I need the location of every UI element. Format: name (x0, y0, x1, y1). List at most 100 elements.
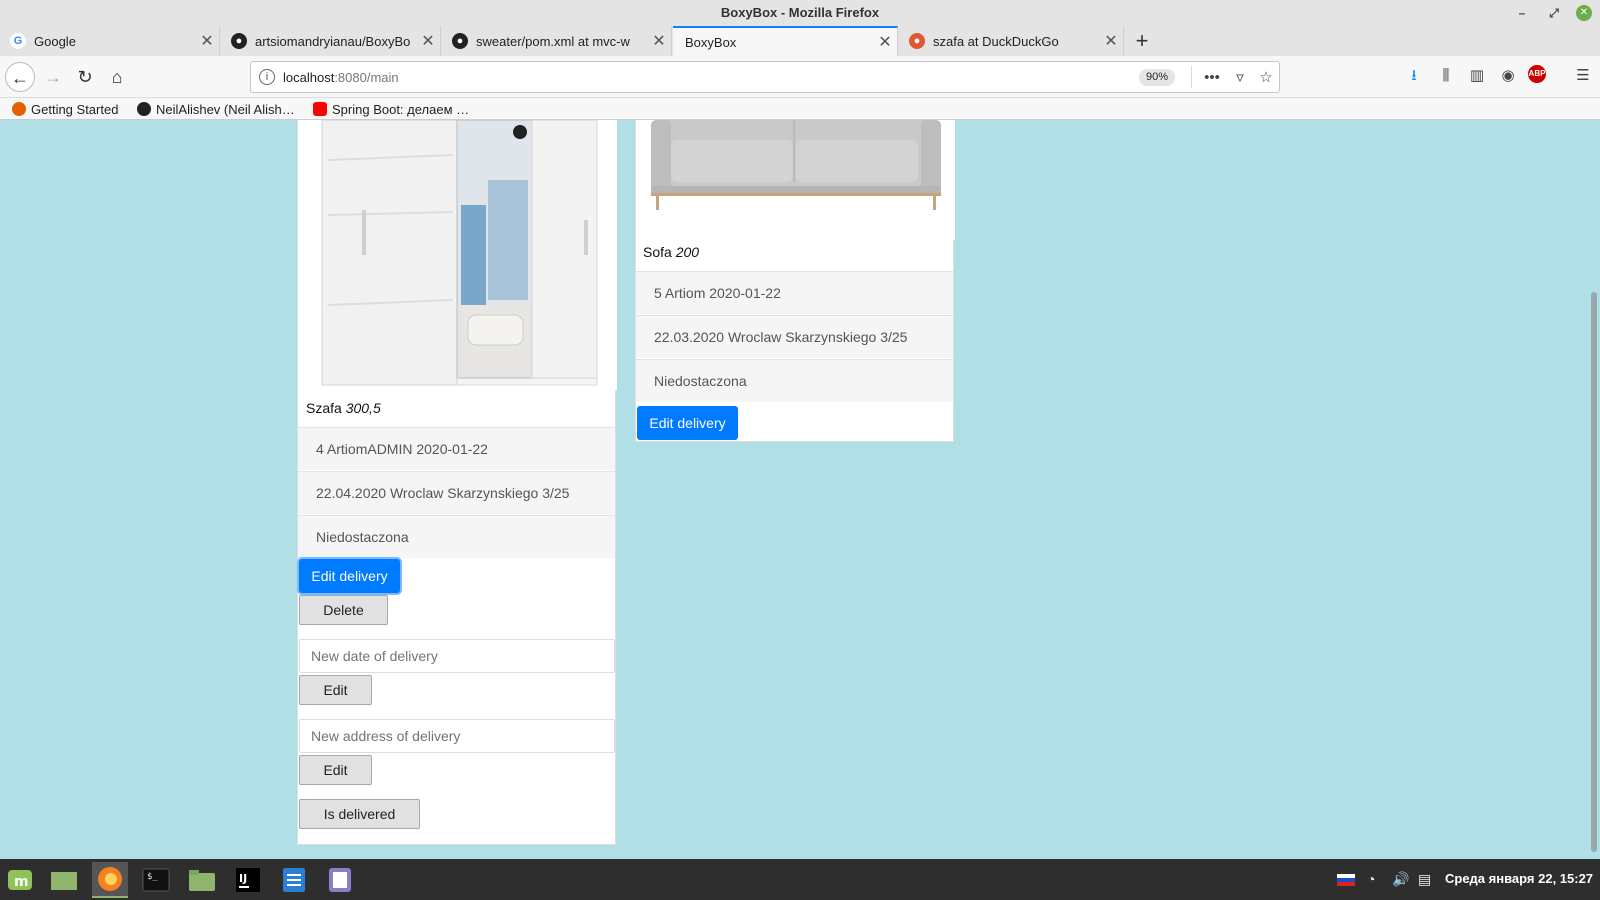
tab-close-icon[interactable]: ✕ (195, 31, 219, 51)
window-title: BoxyBox - Mozilla Firefox (720, 5, 880, 20)
page-scrollbar[interactable] (1588, 120, 1600, 859)
list-item: 5 Artiom 2020-01-22 (636, 271, 953, 314)
tab-close-icon[interactable]: ✕ (416, 31, 440, 51)
menu-icon[interactable]: ☰ (1572, 65, 1594, 87)
bookmark-neilalishev[interactable]: NeilAlishev (Neil Alish… (137, 100, 295, 118)
terminal-icon[interactable]: $_ (138, 862, 174, 898)
intellij-icon[interactable]: IJ (230, 862, 266, 898)
bookmark-getting-started[interactable]: Getting Started (12, 100, 118, 118)
url-host: localhost (283, 70, 335, 85)
close-window-icon[interactable]: ✕ (1576, 5, 1592, 21)
delivery-card-sofa: Sofa 200 5 Artiom 2020-01-22 22.03.2020 … (635, 120, 955, 442)
edit-delivery-button[interactable]: Edit delivery (637, 406, 738, 440)
new-tab-button[interactable]: + (1130, 26, 1154, 56)
url-bar[interactable]: i localhost:8080/main 90% ••• ▿ ☆ (250, 61, 1280, 93)
github-icon: ● (231, 33, 247, 49)
bookmark-label: Getting Started (31, 101, 119, 117)
edit-date-button[interactable]: Edit (299, 675, 372, 705)
product-price: 200 (675, 244, 700, 260)
youtube-icon (313, 102, 327, 116)
tab-github-boxybox[interactable]: ● artsiomandryianau/BoxyBo ✕ (221, 26, 441, 56)
url-separator (1191, 66, 1192, 88)
tab-title: sweater/pom.xml at mvc-w (476, 33, 630, 49)
sidebar-icon[interactable]: ▥ (1466, 65, 1488, 87)
scrollbar-thumb[interactable] (1591, 292, 1597, 852)
text-editor-icon[interactable] (322, 862, 358, 898)
tab-bar: G Google ✕ ● artsiomandryianau/BoxyBo ✕ … (0, 26, 1600, 56)
tab-boxybox[interactable]: BoxyBox ✕ (673, 26, 898, 56)
files-icon[interactable] (184, 862, 220, 898)
tab-title: szafa at DuckDuckGo (933, 33, 1059, 49)
bookmark-label: NeilAlishev (Neil Alish… (156, 101, 295, 117)
new-date-input[interactable] (299, 639, 615, 673)
svg-text:$_: $_ (147, 872, 158, 882)
tab-google[interactable]: G Google ✕ (0, 26, 220, 56)
delete-button[interactable]: Delete (299, 595, 388, 625)
navigation-toolbar: ← → ↻ ⌂ i localhost:8080/main 90% ••• ▿ … (0, 56, 1600, 98)
product-title: Szafa 300,5 (306, 400, 381, 416)
github-icon (137, 102, 151, 116)
library-icon[interactable]: ⫼ (1435, 65, 1457, 87)
list-item: 22.03.2020 Wroclaw Skarzynskiego 3/25 (636, 315, 953, 358)
account-icon[interactable]: ◉ (1497, 65, 1519, 87)
product-price: 300,5 (345, 400, 381, 416)
wardrobe-image (298, 120, 617, 390)
home-button[interactable]: ⌂ (102, 62, 132, 92)
tab-close-icon[interactable]: ✕ (1099, 31, 1123, 51)
taskbar-clock[interactable]: Среда января 22, 15:27 (1445, 871, 1593, 886)
tab-github-pom[interactable]: ● sweater/pom.xml at mvc-w ✕ (442, 26, 672, 56)
tab-duckduckgo[interactable]: ● szafa at DuckDuckGo ✕ (899, 26, 1124, 56)
firefox-icon[interactable] (92, 862, 128, 898)
google-icon: G (10, 33, 26, 49)
show-desktop-icon[interactable] (46, 862, 82, 898)
product-title: Sofa 200 (643, 244, 699, 260)
new-address-input[interactable] (299, 719, 615, 753)
firefox-icon (12, 102, 26, 116)
minimize-icon[interactable]: – (1514, 5, 1530, 21)
tab-title: Google (34, 33, 76, 49)
pocket-icon[interactable]: ▿ (1229, 67, 1251, 89)
is-delivered-button[interactable]: Is delivered (299, 799, 420, 829)
wifi-icon[interactable]: ◔ (1367, 871, 1375, 887)
page-content: Szafa 300,5 4 ArtiomADMIN 2020-01-22 22.… (0, 120, 1600, 859)
keyboard-layout-flag-icon[interactable] (1337, 873, 1355, 889)
maximize-icon[interactable]: ⤢ (1546, 5, 1562, 21)
svg-text:m: m (14, 874, 29, 890)
tab-title: BoxyBox (685, 34, 737, 50)
reload-button[interactable]: ↻ (70, 62, 100, 92)
writer-icon[interactable] (276, 862, 312, 898)
downloads-icon[interactable]: ⭳ (1403, 65, 1425, 87)
os-taskbar: m $_ IJ ◔ 🔊 ▤ Среда января 22, 15:27 (0, 859, 1600, 900)
list-item: 4 ArtiomADMIN 2020-01-22 (298, 427, 615, 470)
delivery-card-szafa: Szafa 300,5 4 ArtiomADMIN 2020-01-22 22.… (297, 120, 617, 845)
list-item: Niedostaczona (636, 359, 953, 402)
url-text[interactable]: localhost:8080/main (283, 70, 399, 85)
clipboard-icon[interactable]: ▤ (1418, 871, 1431, 888)
list-item: Niedostaczona (298, 515, 615, 558)
site-info-icon[interactable]: i (259, 69, 275, 85)
forward-button[interactable]: → (38, 62, 68, 92)
duckduckgo-icon: ● (909, 33, 925, 49)
page-actions-icon[interactable]: ••• (1201, 67, 1223, 89)
sofa-image (636, 120, 955, 240)
bookmark-spring-boot[interactable]: Spring Boot: делаем … (313, 100, 469, 118)
adblock-icon[interactable]: ABP (1528, 65, 1546, 83)
tab-close-icon[interactable]: ✕ (647, 31, 671, 51)
edit-address-button[interactable]: Edit (299, 755, 372, 785)
edit-delivery-button[interactable]: Edit delivery (299, 559, 400, 593)
product-name: Szafa (306, 400, 342, 416)
bookmark-star-icon[interactable]: ☆ (1255, 67, 1277, 89)
bookmark-label: Spring Boot: делаем … (332, 101, 470, 117)
svg-text:IJ: IJ (239, 872, 247, 885)
tab-close-icon[interactable]: ✕ (873, 32, 897, 52)
github-icon: ● (452, 33, 468, 49)
mint-menu-icon[interactable]: m (2, 862, 38, 898)
window-titlebar: BoxyBox - Mozilla Firefox – ⤢ ✕ (0, 0, 1600, 26)
back-button[interactable]: ← (5, 62, 35, 92)
url-path: :8080/main (334, 70, 399, 85)
list-item: 22.04.2020 Wroclaw Skarzynskiego 3/25 (298, 471, 615, 514)
product-name: Sofa (643, 244, 672, 260)
zoom-level-badge[interactable]: 90% (1139, 69, 1176, 86)
volume-icon[interactable]: 🔊 (1392, 871, 1409, 888)
bookmarks-toolbar: Getting Started NeilAlishev (Neil Alish…… (0, 98, 1600, 120)
